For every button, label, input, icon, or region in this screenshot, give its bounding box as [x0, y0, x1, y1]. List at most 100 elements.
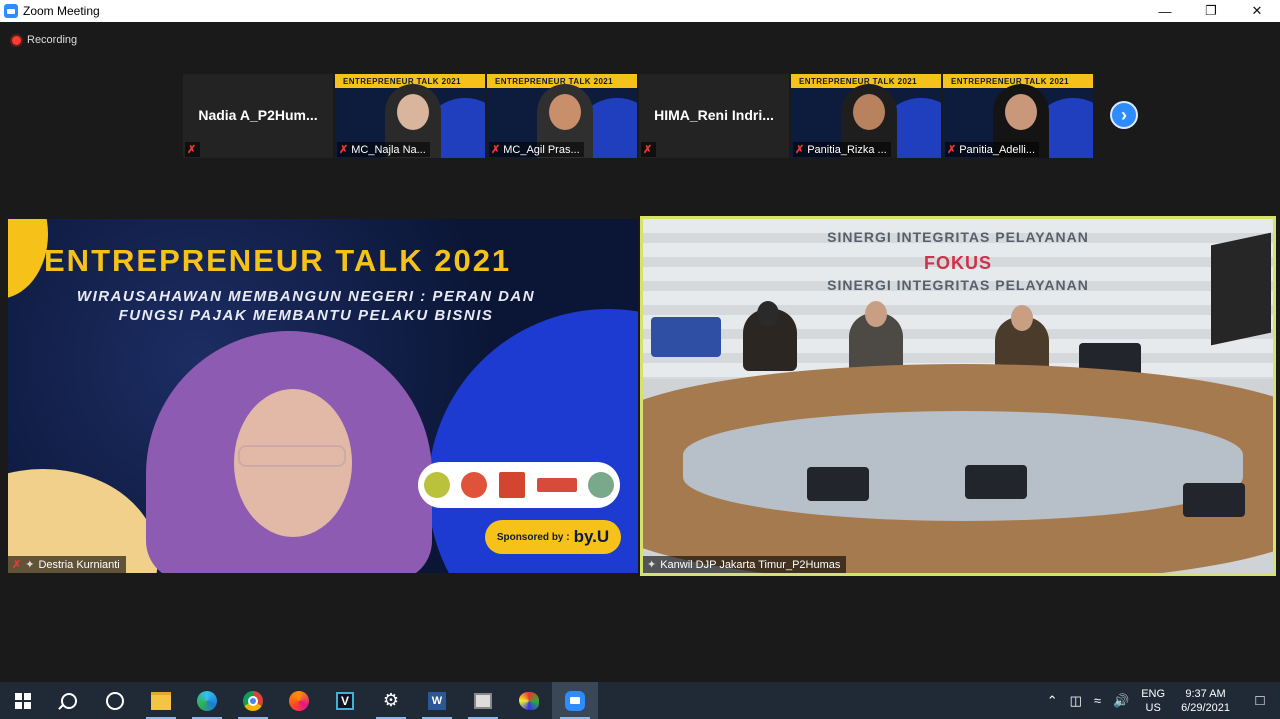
mic-muted-icon: ✗ [795, 144, 805, 156]
participant-name: Destria Kurnianti [38, 558, 120, 571]
participant-label: ✗ [185, 142, 201, 157]
participant-tile[interactable]: HIMA_Reni Indri... ✗ [639, 74, 789, 158]
participant-tile[interactable]: Nadia A_P2Hum... ✗ [183, 74, 333, 158]
window-title: Zoom Meeting [23, 4, 100, 18]
thumb-banner-title: ENTREPRENEUR TALK 2021 [799, 77, 918, 86]
speaker-glasses [238, 445, 346, 467]
participant-name: Panitia_Rizka ... [807, 143, 887, 156]
taskbar-chrome[interactable] [230, 682, 276, 719]
volume-icon[interactable]: 🔊 [1107, 693, 1135, 709]
notification-button[interactable]: □ [1240, 692, 1280, 709]
taskbar-settings[interactable]: ⚙ [368, 682, 414, 719]
participant-name: HIMA_Reni Indri... [654, 107, 774, 123]
search-icon [61, 692, 77, 709]
firefox-icon [289, 690, 309, 711]
gallery-strip: Nadia A_P2Hum... ✗ ENTREPRENEUR TALK 202… [183, 74, 1093, 158]
participant-label: ✗ ✦ Destria Kurnianti [8, 556, 126, 573]
thumb-banner-title: ENTREPRENEUR TALK 2021 [495, 77, 614, 86]
wifi-icon[interactable]: ≈ [1088, 693, 1107, 708]
thumb-banner-title: ENTREPRENEUR TALK 2021 [343, 77, 462, 86]
participant-tile[interactable]: ENTREPRENEUR TALK 2021 ✗ Panitia_Rizka ..… [791, 74, 941, 158]
taskbar-edge[interactable] [184, 682, 230, 719]
participant-face [1005, 94, 1037, 130]
language-indicator[interactable]: ENG US [1135, 687, 1171, 715]
chair [965, 465, 1027, 499]
system-tray: ⌃ ◫ ≈ 🔊 ENG US 9:37 AM 6/29/2021 □ [1041, 682, 1280, 719]
minimize-button[interactable]: — [1142, 0, 1188, 22]
taskbar-file-explorer[interactable] [138, 682, 184, 719]
pin-icon: ✦ [25, 559, 35, 571]
wall-text: SINERGI INTEGRITAS PELAYANAN [827, 229, 1089, 245]
taskbar: V ⚙ W ⌃ ◫ ≈ 🔊 ENG US 9:37 AM 6/29/2021 □ [0, 682, 1280, 719]
meet-now-icon[interactable]: ◫ [1064, 693, 1088, 709]
chrome-icon [243, 690, 263, 711]
mic-muted-icon: ✗ [643, 144, 653, 156]
mic-muted-icon: ✗ [339, 144, 349, 156]
banner-subtitle: WIRAUSAHAWAN MEMBANGUN NEGERI : PERAN DA… [76, 288, 536, 324]
participant-name: Panitia_Adelli... [959, 143, 1036, 156]
language-top: ENG [1141, 687, 1166, 700]
sponsor-label: Sponsored by : [496, 531, 570, 543]
wall-highlight: FOKUS [924, 253, 992, 273]
participant-tile[interactable]: ENTREPRENEUR TALK 2021 ✗ Panitia_Adelli..… [943, 74, 1093, 158]
recording-label: Recording [27, 34, 78, 46]
speaker-video-right[interactable]: SINERGI INTEGRITAS PELAYANAN FOKUS SINER… [640, 216, 1276, 576]
taskbar-v-app[interactable]: V [322, 682, 368, 719]
chevron-up-icon[interactable]: ⌃ [1041, 693, 1064, 709]
mic-muted-icon: ✗ [187, 144, 197, 156]
language-bottom: US [1145, 701, 1161, 714]
logo-icon [588, 472, 615, 498]
participant-label: ✦ Kanwil DJP Jakarta Timur_P2Humas [643, 556, 847, 573]
chevron-right-icon: › [1121, 104, 1127, 125]
paint-icon [519, 691, 539, 710]
participant-tile[interactable]: ENTREPRENEUR TALK 2021 ✗ MC_Najla Na... [335, 74, 485, 158]
title-bar: Zoom Meeting — ❐ ✕ [0, 0, 1280, 22]
restore-button[interactable]: ❐ [1188, 0, 1234, 22]
meeting-stage: Recording Nadia A_P2Hum... ✗ ENTREPRENEU… [0, 22, 1280, 682]
mic-muted-icon: ✗ [12, 559, 22, 571]
meeting-person-head [865, 301, 887, 327]
participant-face [853, 94, 885, 130]
sponsor-logos [418, 462, 620, 508]
participant-name: Kanwil DJP Jakarta Timur_P2Humas [660, 558, 841, 571]
clock-time: 9:37 AM [1185, 687, 1226, 700]
cortana-icon [106, 691, 124, 710]
participant-name: MC_Agil Pras... [503, 143, 580, 156]
recording-indicator[interactable]: Recording [12, 34, 77, 46]
network-app-icon [474, 692, 492, 709]
wall-text: FOKUS [643, 253, 1273, 274]
thumb-banner-title: ENTREPRENEUR TALK 2021 [951, 77, 1070, 86]
start-button[interactable] [0, 682, 46, 719]
participant-label: ✗ Panitia_Rizka ... [793, 142, 891, 157]
chair [807, 467, 869, 501]
zoom-icon [565, 690, 585, 711]
meeting-person-head [1011, 305, 1033, 331]
participant-name: MC_Najla Na... [351, 143, 426, 156]
taskbar-firefox[interactable] [276, 682, 322, 719]
wall-text: SINERGI INTEGRITAS PELAYANAN [827, 277, 1089, 293]
speaker-video-left[interactable]: ENTREPRENEUR TALK 2021 WIRAUSAHAWAN MEMB… [8, 219, 638, 573]
pin-icon: ✦ [647, 559, 657, 571]
taskbar-paint[interactable] [506, 682, 552, 719]
logo-icon [461, 472, 488, 498]
close-button[interactable]: ✕ [1234, 0, 1280, 22]
zoom-logo-icon [4, 4, 18, 18]
chair [1183, 483, 1245, 517]
chair [651, 317, 721, 357]
folder-icon [151, 691, 171, 710]
conference-table-inner [683, 411, 1243, 521]
next-page-button[interactable]: › [1110, 101, 1138, 129]
record-icon [12, 35, 21, 45]
taskbar-zoom[interactable] [552, 682, 598, 719]
sponsor-badge: Sponsored by : by.U [485, 520, 621, 554]
banner-title: ENTREPRENEUR TALK 2021 [44, 243, 512, 278]
search-button[interactable] [46, 682, 92, 719]
participant-label: ✗ MC_Najla Na... [337, 142, 430, 157]
taskbar-word[interactable]: W [414, 682, 460, 719]
clock[interactable]: 9:37 AM 6/29/2021 [1171, 687, 1240, 715]
participant-tile[interactable]: ENTREPRENEUR TALK 2021 ✗ MC_Agil Pras... [487, 74, 637, 158]
cortana-button[interactable] [92, 682, 138, 719]
participant-name: Nadia A_P2Hum... [198, 107, 318, 123]
word-icon: W [428, 691, 446, 710]
taskbar-network-app[interactable] [460, 682, 506, 719]
